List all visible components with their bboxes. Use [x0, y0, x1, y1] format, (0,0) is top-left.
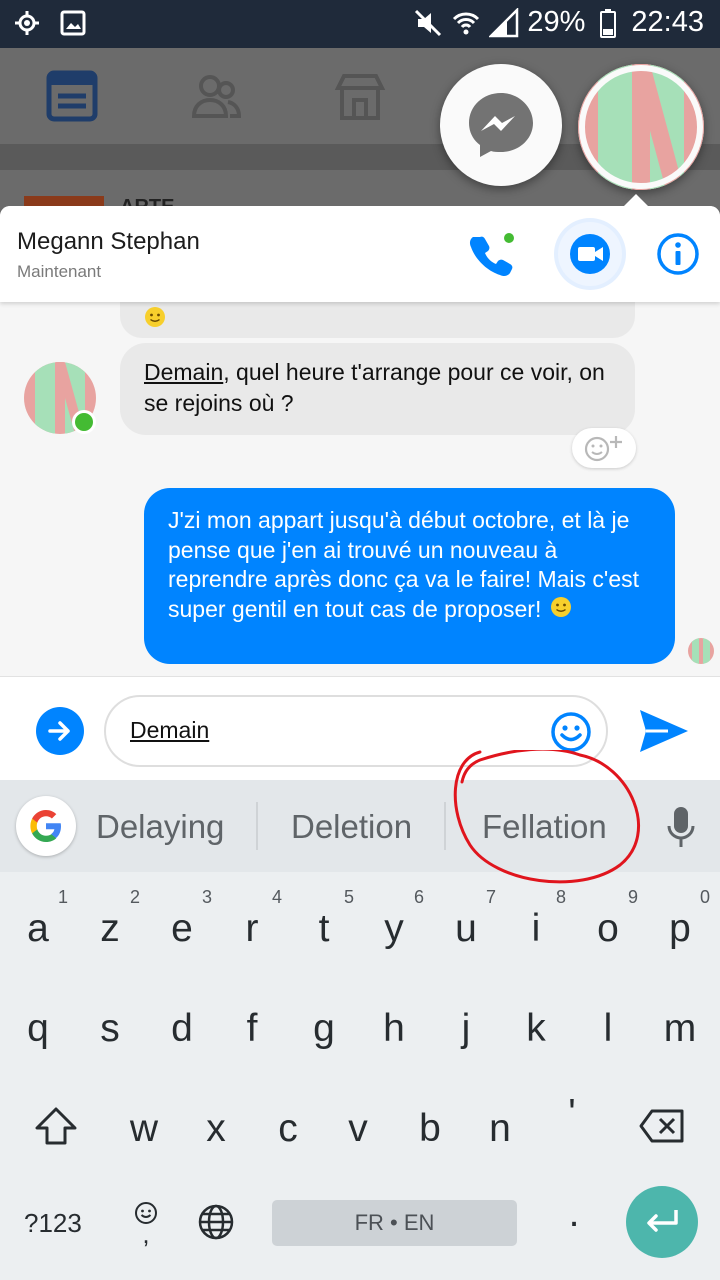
emoji-picker-button[interactable]: [550, 711, 592, 753]
online-status-dot: [72, 410, 96, 434]
news-feed-icon: [46, 70, 98, 122]
key-e[interactable]: 3e: [146, 885, 218, 971]
smiley-icon: [551, 712, 591, 752]
key-c[interactable]: c: [252, 1085, 324, 1171]
friends-icon: [190, 70, 242, 122]
video-camera-icon: [570, 234, 610, 274]
suggestion-divider: [256, 802, 258, 850]
key-apostrophe[interactable]: ': [536, 1070, 608, 1156]
enter-arrow-icon: [647, 1210, 678, 1232]
chat-header: Megann Stephan Maintenant: [0, 206, 720, 302]
key-h[interactable]: h: [358, 985, 430, 1071]
google-g-icon: [30, 810, 61, 842]
previous-message-bubble[interactable]: [120, 302, 635, 338]
suggestion-bar: Delaying Deletion Fellation: [0, 780, 720, 872]
expand-actions-button[interactable]: [36, 707, 84, 755]
google-logo-button[interactable]: [16, 796, 76, 856]
space-bar[interactable]: FR • EN: [272, 1200, 517, 1246]
smiley-emoji-icon: [144, 306, 166, 333]
key-t[interactable]: 5t: [288, 885, 360, 971]
language-globe-key[interactable]: [196, 1202, 236, 1242]
key-q[interactable]: q: [2, 985, 74, 1071]
video-call-button[interactable]: [558, 222, 622, 286]
location-icon: [12, 8, 42, 38]
key-s[interactable]: s: [74, 985, 146, 1071]
message-underlined-word: Demain: [144, 359, 224, 385]
keyboard: Delaying Deletion Fellation 1a 2z 3e 4r …: [0, 750, 720, 1280]
incoming-message-bubble[interactable]: Demain, quel heure t'arrange pour ce voi…: [120, 343, 635, 435]
key-x[interactable]: x: [180, 1085, 252, 1171]
mute-icon: [413, 8, 443, 38]
shift-key[interactable]: [20, 1098, 92, 1154]
send-button[interactable]: [638, 707, 690, 755]
key-period[interactable]: .: [538, 1190, 610, 1250]
key-o[interactable]: 9o: [572, 885, 644, 971]
message-input-value: Demain: [130, 717, 210, 743]
shift-arrow-icon: [35, 1107, 77, 1145]
outgoing-message-bubble[interactable]: J'zi mon appart jusqu'à début octobre, e…: [144, 488, 675, 664]
key-k[interactable]: k: [500, 985, 572, 1071]
backspace-icon: [639, 1109, 684, 1143]
battery-icon: [593, 8, 623, 38]
voice-call-button[interactable]: [460, 222, 524, 286]
contact-chathead-avatar[interactable]: [578, 64, 704, 190]
send-icon: [640, 710, 688, 752]
contact-status: Maintenant: [17, 262, 102, 281]
microphone-icon: [667, 807, 695, 847]
messenger-chathead[interactable]: [440, 64, 562, 186]
key-b[interactable]: b: [394, 1085, 466, 1171]
message-input[interactable]: Demain: [104, 695, 608, 767]
smiley-emoji-icon: [550, 596, 572, 626]
info-icon: [657, 233, 699, 275]
add-reaction-icon: [584, 436, 622, 462]
clock-time: 22:43: [631, 6, 704, 38]
signal-icon: [489, 7, 519, 38]
key-d[interactable]: d: [146, 985, 218, 1071]
suggestion-1[interactable]: Delaying: [96, 808, 224, 846]
status-bar: 29% 22:43: [0, 0, 720, 48]
add-reaction-button[interactable]: [572, 428, 636, 468]
avatar-n-logo: [578, 64, 704, 190]
contact-name[interactable]: Megann Stephan: [17, 228, 200, 256]
suggestion-2[interactable]: Deletion: [291, 808, 412, 846]
enter-key[interactable]: [626, 1186, 698, 1258]
key-n[interactable]: n: [464, 1085, 536, 1171]
key-r[interactable]: 4r: [216, 885, 288, 971]
key-g[interactable]: g: [288, 985, 360, 1071]
message-list[interactable]: Demain, quel heure t'arrange pour ce voi…: [0, 302, 720, 676]
info-button[interactable]: [646, 222, 710, 286]
wifi-icon: [451, 8, 481, 38]
key-f[interactable]: f: [216, 985, 288, 1071]
key-l[interactable]: l: [572, 985, 644, 1071]
key-m[interactable]: m: [644, 985, 716, 1071]
image-icon: [58, 8, 88, 38]
chat-panel: Megann Stephan Maintenant Demain, quel h…: [0, 206, 720, 780]
battery-percent: 29%: [527, 6, 586, 38]
backspace-key[interactable]: [630, 1098, 694, 1154]
globe-icon: [198, 1204, 234, 1240]
key-p[interactable]: 0p: [644, 885, 716, 971]
key-y[interactable]: 6y: [358, 885, 430, 971]
key-w[interactable]: w: [108, 1085, 180, 1171]
comma-label: ,: [142, 1219, 150, 1249]
suggestion-divider: [444, 802, 446, 850]
key-i[interactable]: 8i: [500, 885, 572, 971]
phone-icon: [469, 233, 514, 277]
message-composer: Demain: [0, 676, 720, 780]
numbers-key[interactable]: ?123: [24, 1208, 82, 1239]
key-j[interactable]: j: [430, 985, 502, 1071]
suggestion-3[interactable]: Fellation: [482, 808, 607, 846]
arrow-right-icon: [48, 721, 70, 741]
marketplace-icon: [334, 70, 386, 122]
voice-input-button[interactable]: [664, 804, 698, 850]
seen-receipt-avatar: [688, 638, 714, 664]
key-v[interactable]: v: [322, 1085, 394, 1171]
key-z[interactable]: 2z: [74, 885, 146, 971]
key-u[interactable]: 7u: [430, 885, 502, 971]
key-a[interactable]: 1a: [2, 885, 74, 971]
messenger-icon: [469, 93, 533, 157]
emoji-comma-key[interactable]: ,: [126, 1192, 166, 1252]
